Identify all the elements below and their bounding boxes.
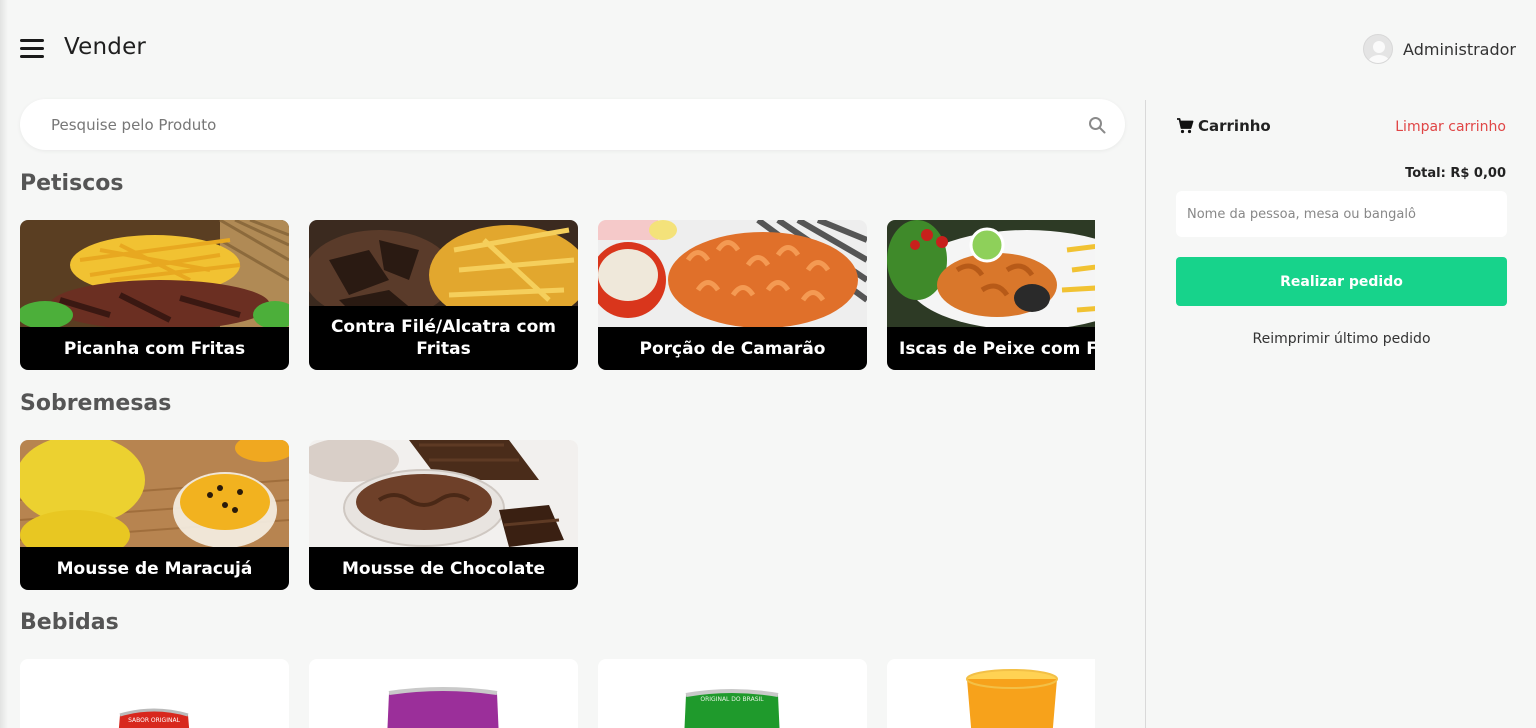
top-header: Vender Administrador: [0, 0, 1536, 96]
coca-cola-can-photo: SABOR ORIGINAL: [118, 708, 190, 728]
user-menu[interactable]: Administrador: [1363, 33, 1516, 65]
place-order-button[interactable]: Realizar pedido: [1176, 257, 1507, 306]
camarao-photo: [598, 220, 867, 327]
section-title-bebidas: Bebidas: [20, 610, 119, 635]
product-label: Mousse de Chocolate: [309, 547, 578, 590]
picanha-photo: [20, 220, 289, 327]
product-label: Contra Filé/Alcatra com Fritas: [309, 306, 578, 370]
product-card-guarana[interactable]: ORIGINAL DO BRASIL: [598, 659, 867, 728]
mousse-chocolate-photo: [309, 440, 578, 547]
cart-icon: [1177, 118, 1194, 134]
guarana-can-photo: ORIGINAL DO BRASIL: [684, 689, 780, 728]
product-card-mousse-maracuja[interactable]: Mousse de Maracujá: [20, 440, 289, 590]
product-card-iscas-peixe[interactable]: Iscas de Peixe com Fritas: [887, 220, 1095, 370]
search-input[interactable]: [51, 113, 1051, 137]
user-name: Administrador: [1403, 39, 1516, 59]
product-label: Iscas de Peixe com Fritas: [887, 327, 1095, 370]
product-card-picanha[interactable]: Picanha com Fritas: [20, 220, 289, 370]
cart-title-text: Carrinho: [1198, 117, 1271, 135]
product-card-mousse-chocolate[interactable]: Mousse de Chocolate: [309, 440, 578, 590]
cart-total: Total: R$ 0,00: [1405, 166, 1506, 181]
product-card-uva[interactable]: [309, 659, 578, 728]
left-edge-shadow: [0, 0, 8, 728]
product-card-contra-file[interactable]: Contra Filé/Alcatra com Fritas: [309, 220, 578, 370]
product-card-suco-laranja[interactable]: [887, 659, 1095, 728]
product-label: Picanha com Fritas: [20, 327, 289, 370]
uva-can-photo: [387, 687, 499, 728]
avatar: [1363, 34, 1394, 64]
reprint-last-order-link[interactable]: Reimprimir último pedido: [1176, 331, 1507, 347]
product-label: Porção de Camarão: [598, 327, 867, 370]
sobremesas-row: Mousse de Maracujá Mousse de Chocolate: [20, 440, 1095, 592]
product-card-camarao[interactable]: Porção de Camarão: [598, 220, 867, 370]
can-text: SABOR ORIGINAL: [128, 717, 181, 724]
suco-laranja-photo: [966, 669, 1058, 728]
product-area: Petiscos Picanha com Fritas: [20, 99, 1125, 728]
iscas-peixe-photo: [887, 220, 1095, 327]
can-text: ORIGINAL DO BRASIL: [700, 696, 764, 703]
product-card-coca-cola[interactable]: SABOR ORIGINAL: [20, 659, 289, 728]
search-icon[interactable]: [1088, 116, 1106, 134]
search-bar: [20, 99, 1125, 150]
menu-icon[interactable]: [20, 37, 44, 61]
section-title-sobremesas: Sobremesas: [20, 391, 172, 416]
bebidas-row: SABOR ORIGINAL ORIGINAL DO BRASIL: [20, 659, 1095, 728]
section-title-petiscos: Petiscos: [20, 171, 124, 196]
customer-name-input[interactable]: [1176, 191, 1507, 237]
cart-title: Carrinho: [1176, 117, 1271, 135]
petiscos-row: Picanha com Fritas Contra Filé/Alcatra c…: [20, 220, 1095, 372]
clear-cart-link[interactable]: Limpar carrinho: [1395, 119, 1506, 135]
page-title: Vender: [64, 34, 147, 60]
mousse-maracuja-photo: [20, 440, 289, 547]
cart-panel: Carrinho Limpar carrinho Total: R$ 0,00 …: [1145, 100, 1536, 728]
product-label: Mousse de Maracujá: [20, 547, 289, 590]
